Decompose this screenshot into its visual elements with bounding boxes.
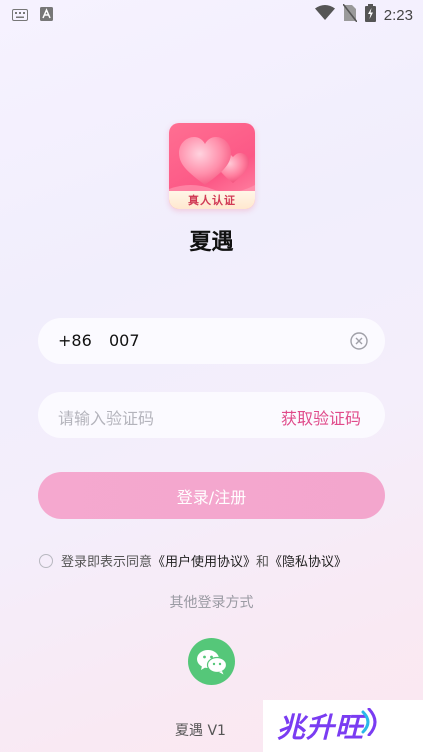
wechat-login-button[interactable] <box>188 638 235 685</box>
phone-input[interactable]: +86 007 <box>38 318 385 364</box>
privacy-policy-link[interactable]: 《隐私协议》 <box>269 551 347 570</box>
font-a-icon <box>40 6 53 25</box>
code-placeholder: 请输入验证码 <box>58 409 155 428</box>
agreement-row: 登录即表示同意 《用户使用协议》 和 《隐私协议》 <box>39 551 347 570</box>
agreement-checkbox[interactable] <box>39 553 53 568</box>
country-code[interactable]: +86 <box>58 331 92 350</box>
logo-badge: 真人认证 <box>169 191 255 209</box>
agreement-prefix: 登录即表示同意 <box>61 555 153 570</box>
app-logo: 真人认证 <box>169 123 255 209</box>
status-time: 2:23 <box>383 6 413 24</box>
get-code-button[interactable]: 获取验证码 <box>281 405 361 429</box>
wifi-icon <box>314 5 335 25</box>
phone-number-value[interactable]: 007 <box>109 331 140 350</box>
user-agreement-link[interactable]: 《用户使用协议》 <box>152 551 256 570</box>
watermark-text: 兆升旺 <box>277 711 365 744</box>
watermark: 兆升旺 <box>263 700 423 752</box>
battery-charging-icon <box>364 4 376 26</box>
keyboard-icon <box>12 6 28 25</box>
login-register-button[interactable]: 登录/注册 <box>38 472 385 519</box>
no-sim-icon <box>342 3 358 26</box>
other-login-title: 其他登录方式 <box>169 595 254 611</box>
status-bar: 2:23 <box>0 0 423 28</box>
verification-code-input[interactable]: 请输入验证码 获取验证码 <box>38 392 385 438</box>
agreement-conjunction: 和 <box>256 555 270 570</box>
app-title: 夏遇 <box>189 230 234 255</box>
wechat-icon <box>196 649 227 674</box>
signal-waves-icon <box>361 708 377 736</box>
app-version: 夏遇 V1 <box>175 723 226 739</box>
clear-icon[interactable] <box>350 332 368 350</box>
